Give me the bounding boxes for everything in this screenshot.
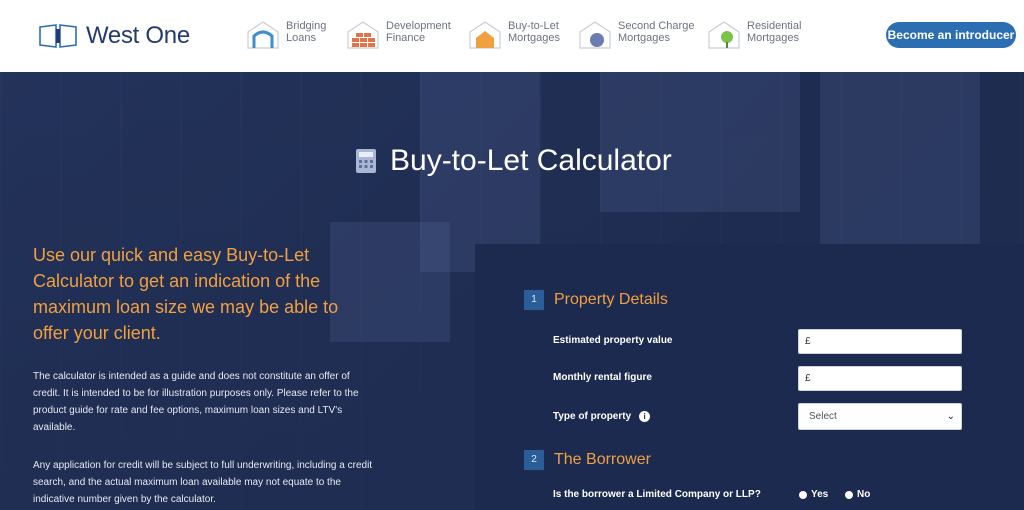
select-value: Select — [809, 411, 837, 422]
radio-no[interactable]: No — [845, 489, 870, 500]
step-property-details: 1 Property Details — [524, 290, 668, 310]
nav-label-line1: Development — [386, 20, 451, 32]
property-value-input[interactable]: £ — [798, 329, 962, 354]
step-number: 2 — [524, 450, 544, 470]
step-title: Property Details — [554, 291, 668, 308]
field-label-text: Type of property — [553, 411, 632, 422]
chevron-down-icon: ⌄ — [946, 411, 955, 422]
nav-label-line1: Second Charge — [618, 20, 695, 32]
bricks-icon — [346, 20, 380, 50]
nav-label-line1: Buy-to-Let — [508, 20, 559, 32]
step-the-borrower: 2 The Borrower — [524, 450, 651, 470]
house-icon — [468, 20, 502, 50]
intro-text: Use our quick and easy Buy-to-Let Calcul… — [33, 245, 339, 343]
west-one-logo[interactable]: West One — [38, 22, 190, 50]
disclaimer-paragraph-1: The calculator is intended as a guide an… — [33, 371, 359, 433]
nav-label-line2: Mortgages — [747, 32, 799, 44]
radio-dot — [799, 490, 807, 499]
circle-house-icon — [578, 20, 612, 50]
radio-label: Yes — [811, 489, 829, 500]
property-type-select[interactable]: Select ⌄ — [798, 403, 962, 430]
info-icon[interactable]: i — [639, 411, 651, 422]
nav-label-line1: Bridging — [286, 20, 327, 32]
tree-house-icon — [707, 20, 741, 50]
become-introducer-button[interactable]: Become an introducer — [886, 22, 1016, 48]
nav-label-line1: Residential — [747, 20, 802, 32]
rental-figure-input[interactable]: £ — [798, 366, 962, 391]
logo-mark-icon — [38, 23, 78, 49]
nav-label-line2: Mortgages — [618, 32, 670, 44]
calculator-icon — [356, 149, 376, 173]
radio-yes[interactable]: Yes — [799, 489, 828, 500]
step-number: 1 — [524, 290, 544, 310]
nav-bridging-loans[interactable]: Bridging Loans — [246, 20, 326, 50]
nav-label-line2: Finance — [386, 32, 426, 44]
nav-label-line2: Mortgages — [508, 32, 560, 44]
page-title-text: Buy-to-Let Calculator — [390, 144, 672, 177]
field-label-text: Is the borrower a Limited Company or LLP… — [553, 489, 761, 500]
field-label-text: Estimated property value — [553, 335, 673, 346]
building-backdrop — [820, 72, 980, 252]
bridge-icon — [246, 20, 280, 50]
nav-label-line2: Loans — [286, 32, 316, 44]
disclaimer-paragraph-2: Any application for credit will be subje… — [33, 460, 373, 505]
limited-company-label: Is the borrower a Limited Company or LLP… — [553, 489, 761, 500]
brand-name: West One — [86, 22, 190, 49]
nav-development-finance[interactable]: Development Finance — [346, 20, 451, 50]
radio-label: No — [857, 489, 871, 500]
field-label-text: Monthly rental figure — [553, 372, 652, 383]
step-title: The Borrower — [554, 451, 651, 468]
nav-residential-mortgages[interactable]: Residential Mortgages — [707, 20, 801, 50]
rental-figure-label: Monthly rental figure — [553, 372, 652, 383]
radio-dot — [845, 490, 853, 499]
property-value-label: Estimated property value — [553, 335, 672, 346]
page-title: Buy-to-Let Calculator — [356, 144, 672, 178]
nav-second-charge-mortgages[interactable]: Second Charge Mortgages — [578, 20, 694, 50]
nav-buy-to-let-mortgages[interactable]: Buy-to-Let Mortgages — [468, 20, 560, 50]
building-backdrop — [600, 72, 800, 212]
site-header: West One Bridging Loans Development Fina… — [0, 0, 1024, 72]
property-type-label: Type of property i — [553, 411, 651, 422]
